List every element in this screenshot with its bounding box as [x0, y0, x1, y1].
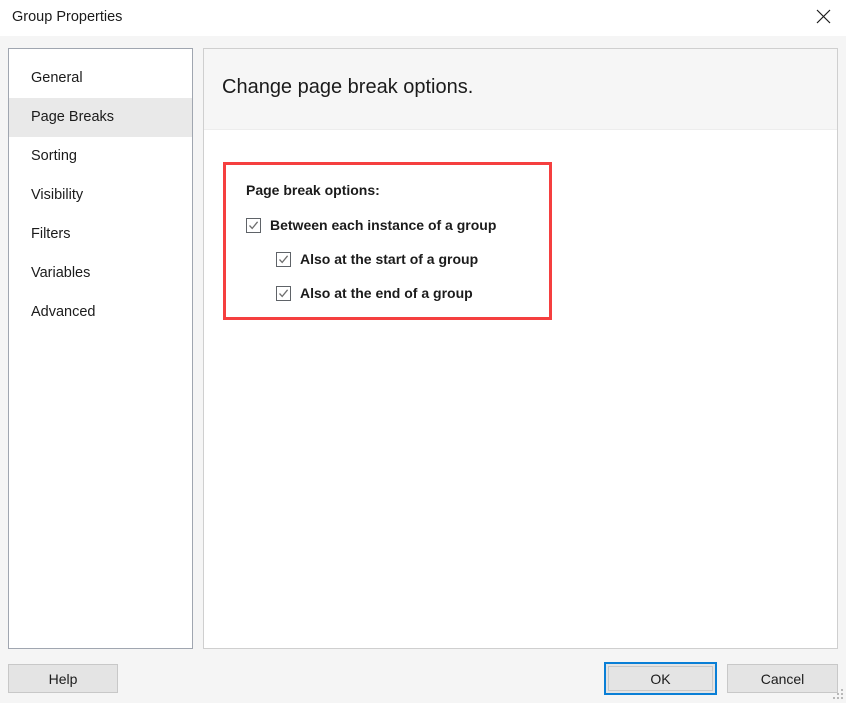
sidebar-item-label: Filters — [31, 226, 71, 242]
sidebar-item-label: Advanced — [31, 304, 96, 320]
sidebar-item-visibility[interactable]: Visibility — [9, 176, 192, 215]
title-bar: Group Properties — [0, 0, 846, 36]
checkbox-also-at-start[interactable]: Also at the start of a group — [276, 251, 478, 267]
sidebar-item-label: Sorting — [31, 148, 77, 164]
ok-button[interactable]: OK — [604, 662, 717, 695]
checkbox-checked-icon[interactable] — [246, 217, 261, 233]
sidebar-item-label: Visibility — [31, 187, 84, 203]
resize-grip[interactable] — [832, 687, 844, 699]
checkbox-label: Between each instance of a group — [270, 217, 497, 233]
close-icon[interactable] — [800, 0, 846, 33]
content-panel: Change page break options. Page break op… — [203, 48, 838, 649]
sidebar-item-label: Variables — [31, 265, 91, 281]
sidebar-item-label: Page Breaks — [31, 109, 115, 125]
page-break-options-highlight: Page break options: Between each instanc… — [223, 162, 552, 320]
checkbox-label: Also at the end of a group — [300, 285, 473, 301]
checkbox-checked-icon[interactable] — [276, 285, 291, 301]
checkbox-checked-icon[interactable] — [276, 251, 291, 267]
options-group-label: Page break options: — [246, 182, 380, 198]
page-title: Change page break options. — [222, 76, 474, 98]
cancel-button[interactable]: Cancel — [727, 664, 838, 693]
sidebar-item-advanced[interactable]: Advanced — [9, 293, 192, 332]
dialog-body: General Page Breaks Sorting Visibility F… — [0, 36, 846, 701]
checkbox-between-each-instance[interactable]: Between each instance of a group — [246, 217, 496, 233]
checkbox-also-at-end[interactable]: Also at the end of a group — [276, 285, 473, 301]
window-title: Group Properties — [12, 9, 123, 25]
sidebar-item-sorting[interactable]: Sorting — [9, 137, 192, 176]
sidebar-item-label: General — [31, 70, 83, 86]
help-button[interactable]: Help — [8, 664, 118, 693]
sidebar-item-variables[interactable]: Variables — [9, 254, 192, 293]
ok-button-label: OK — [608, 666, 713, 691]
checkbox-label: Also at the start of a group — [300, 251, 479, 267]
panel-header: Change page break options. — [204, 49, 837, 130]
sidebar-item-page-breaks[interactable]: Page Breaks — [9, 98, 192, 137]
sidebar-item-filters[interactable]: Filters — [9, 215, 192, 254]
sidebar-item-general[interactable]: General — [9, 59, 192, 98]
sidebar-nav: General Page Breaks Sorting Visibility F… — [8, 48, 193, 649]
